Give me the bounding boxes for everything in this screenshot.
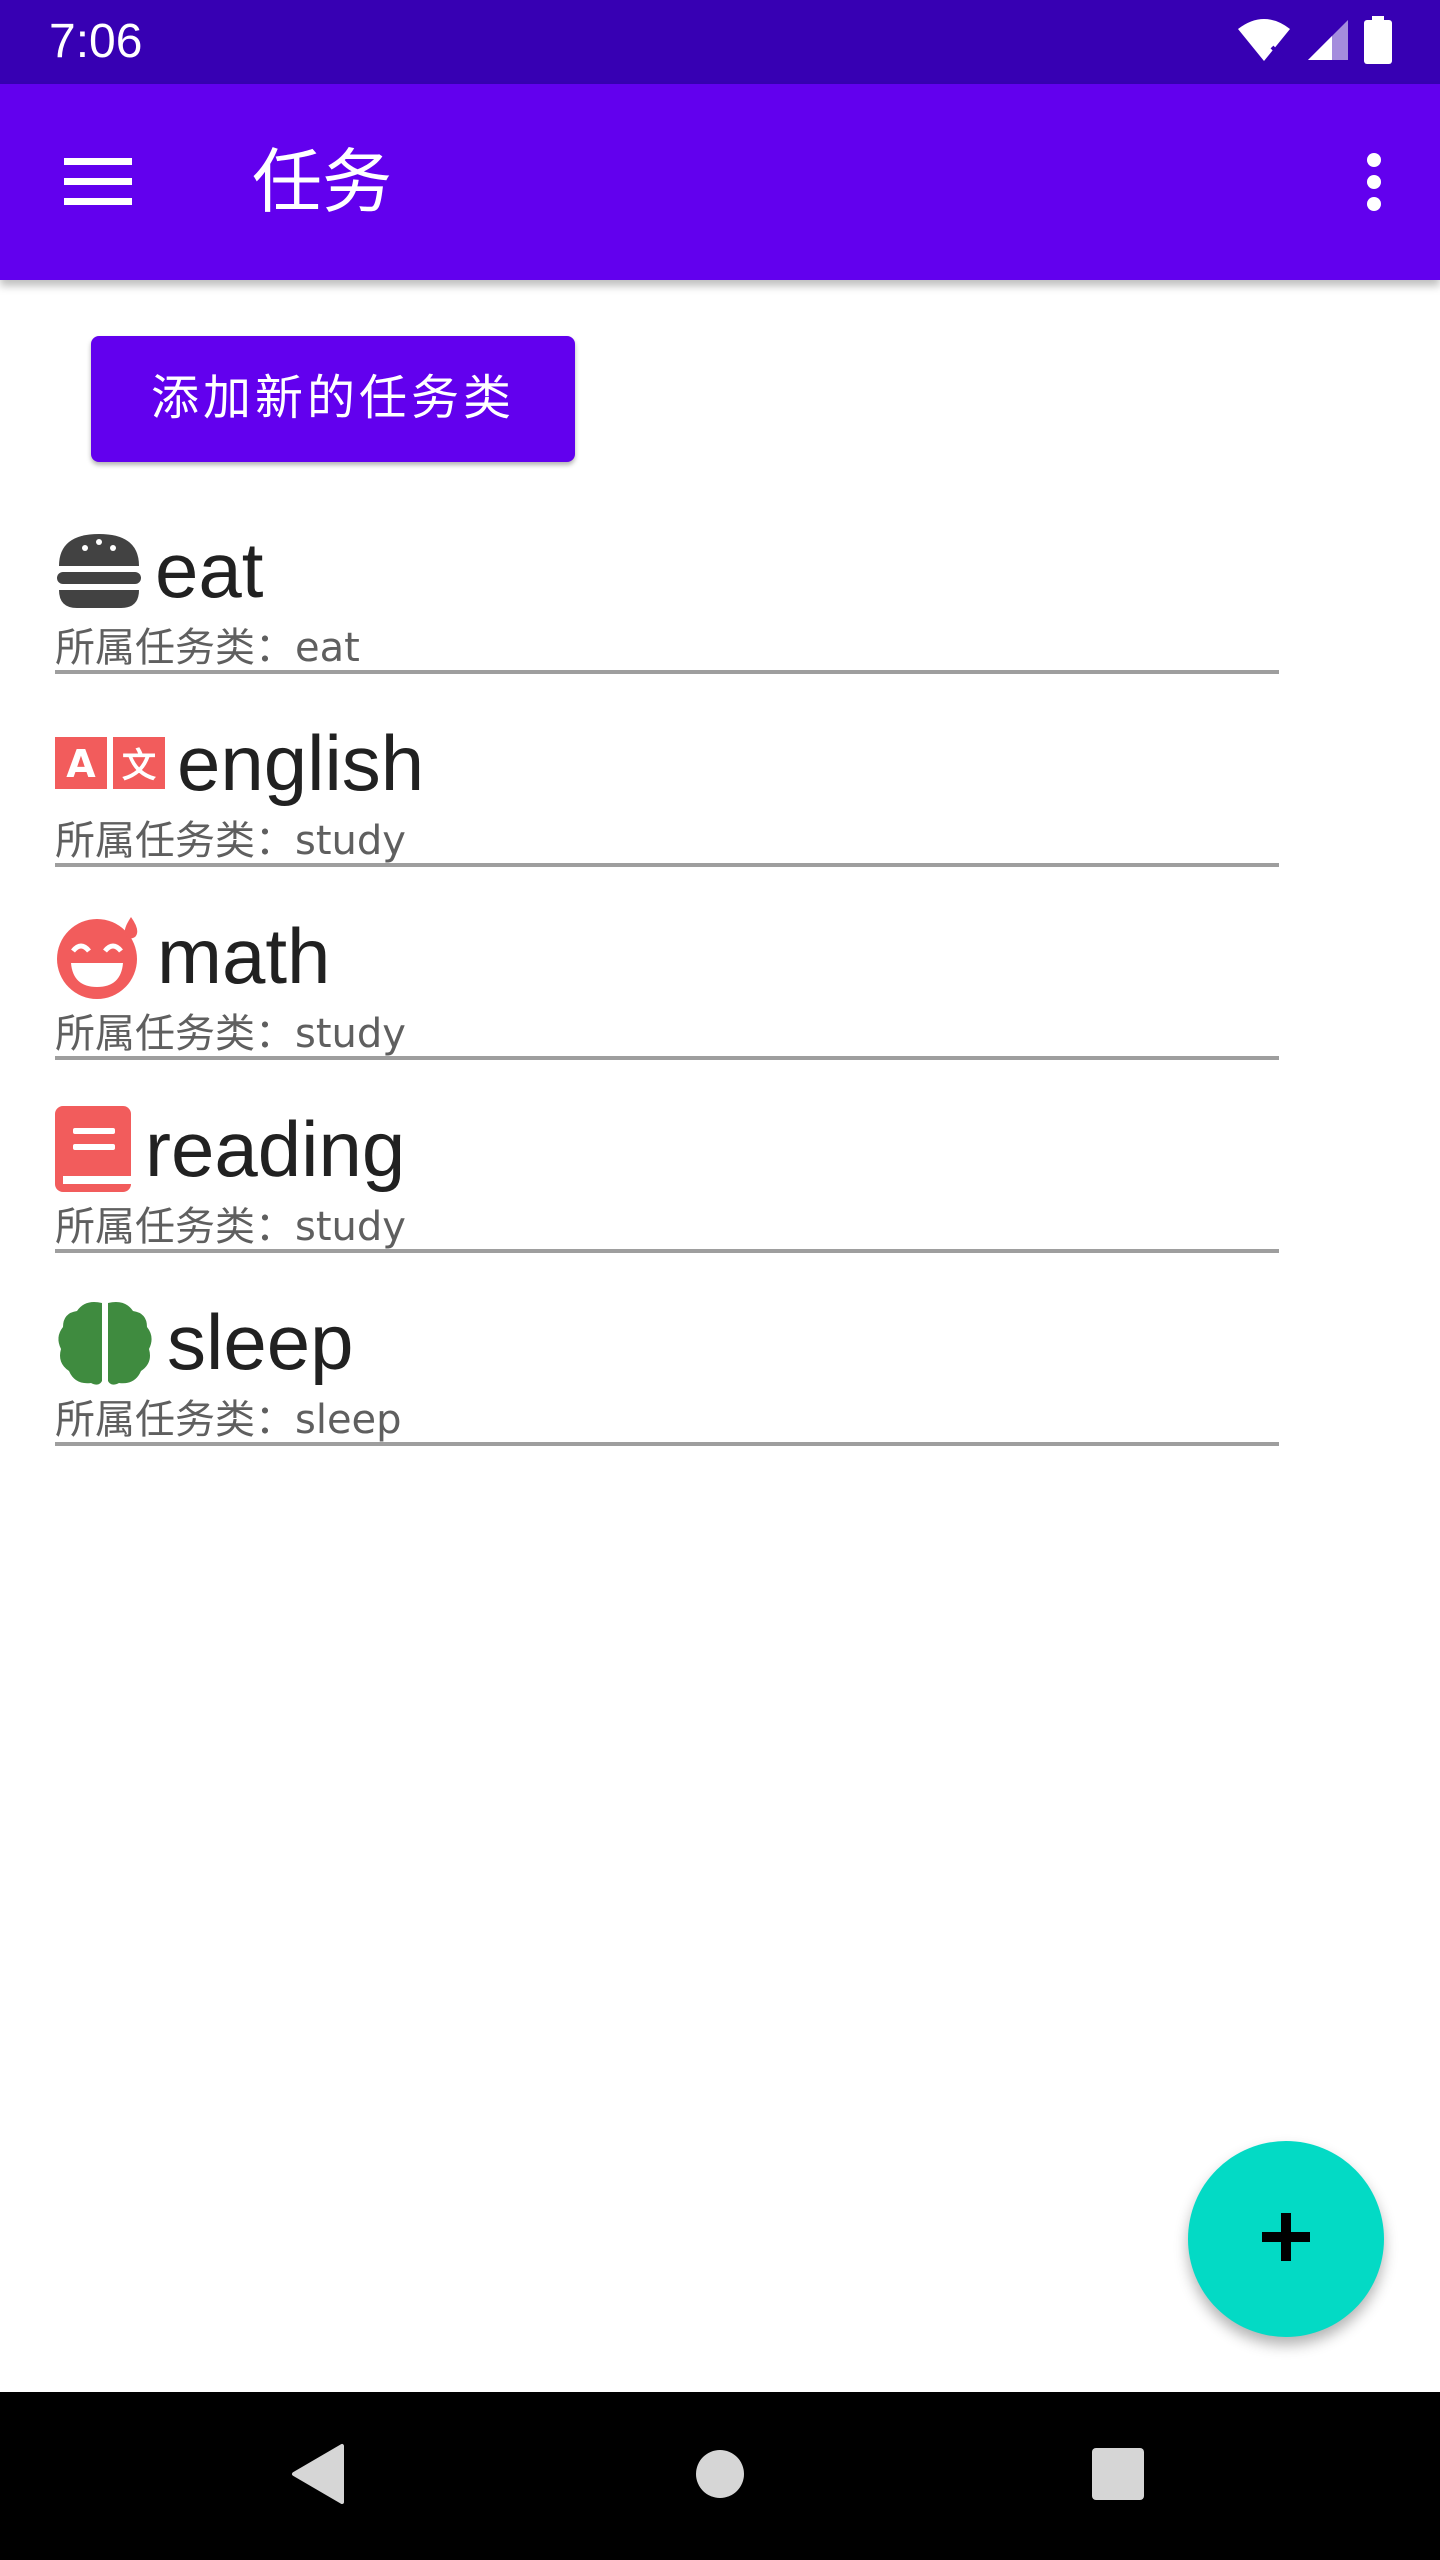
page-title: 任务 [252, 141, 392, 223]
book-icon [55, 1104, 133, 1194]
hamburger-menu-icon [64, 156, 132, 213]
add-task-fab[interactable] [1188, 2141, 1384, 2337]
task-item-eat[interactable]: eat 所属任务类：eat [55, 520, 1279, 713]
task-category-line: 所属任务类：study [55, 1204, 406, 1250]
task-head: math [55, 906, 330, 1006]
task-head: reading [55, 1099, 405, 1199]
task-item-reading[interactable]: reading 所属任务类：study [55, 1099, 1279, 1292]
divider [55, 863, 1279, 867]
task-name: eat [155, 526, 264, 614]
recents-button[interactable] [1034, 2392, 1202, 2560]
task-item-math[interactable]: math 所属任务类：study [55, 906, 1279, 1099]
task-name: math [157, 912, 331, 1000]
task-name: reading [145, 1105, 406, 1193]
svg-text:A: A [66, 742, 96, 786]
signal-icon [1306, 18, 1350, 67]
divider [55, 1056, 1279, 1060]
task-head: sleep [55, 1292, 353, 1392]
translate-icon: A 文 [55, 735, 165, 791]
battery-icon [1364, 15, 1392, 69]
task-category-line: 所属任务类：eat [55, 625, 360, 671]
brain-icon [55, 1297, 155, 1387]
more-vertical-icon [1366, 152, 1382, 216]
divider [55, 670, 1279, 674]
divider [55, 1442, 1279, 1446]
sweat-smile-icon [55, 911, 145, 1001]
wifi-icon [1236, 17, 1292, 68]
task-head: A 文 english [55, 713, 424, 813]
plus-icon [1260, 2211, 1312, 2268]
task-item-sleep[interactable]: sleep 所属任务类：sleep [55, 1292, 1279, 1485]
overflow-menu-button[interactable] [1332, 122, 1416, 246]
recents-square-icon [1090, 2446, 1146, 2507]
task-head: eat [55, 520, 263, 620]
task-item-english[interactable]: A 文 english 所属任务类：study [55, 713, 1279, 906]
task-category-line: 所属任务类：study [55, 1011, 406, 1057]
add-category-button[interactable]: 添加新的任务类 [91, 336, 575, 462]
svg-text:文: 文 [122, 746, 156, 786]
divider [55, 1249, 1279, 1253]
menu-button[interactable] [36, 122, 160, 246]
navigation-bar [0, 2392, 1440, 2560]
task-list: eat 所属任务类：eat A 文 english 所属任务类：study ma… [55, 520, 1279, 1485]
status-bar: 7:06 [0, 0, 1440, 84]
home-button[interactable] [636, 2392, 804, 2560]
burger-icon [55, 530, 143, 610]
back-button[interactable] [234, 2392, 402, 2560]
task-name: sleep [167, 1298, 354, 1386]
status-icons [1236, 15, 1392, 69]
status-time: 7:06 [49, 15, 143, 68]
back-triangle-icon [290, 2442, 346, 2511]
task-category-line: 所属任务类：sleep [55, 1397, 402, 1443]
task-name: english [177, 719, 425, 807]
home-circle-icon [694, 2448, 746, 2505]
app-bar: 任务 [0, 84, 1440, 280]
task-category-line: 所属任务类：study [55, 818, 406, 864]
